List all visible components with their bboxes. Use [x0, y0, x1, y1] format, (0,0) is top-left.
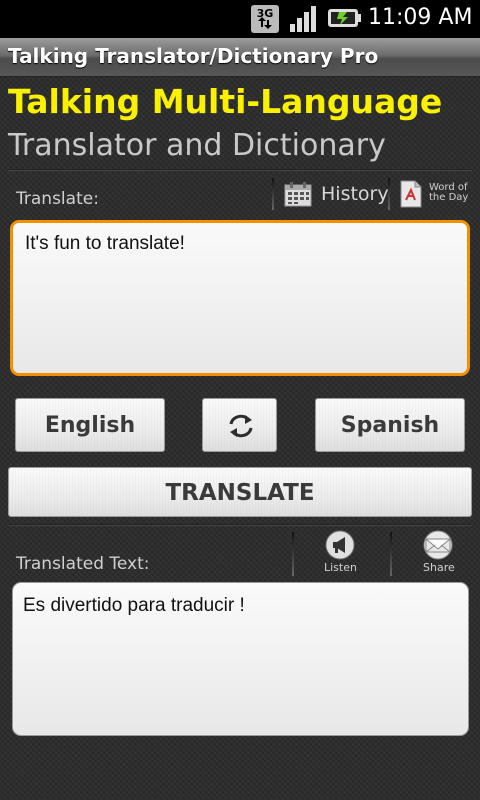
translated-text-label: Translated Text:	[16, 554, 150, 574]
subheadline: Translator and Dictionary	[8, 128, 386, 163]
calendar-icon	[284, 182, 312, 207]
toolbar-separator-2	[388, 178, 390, 210]
translate-button[interactable]: TRANSLATE	[8, 467, 472, 517]
word-of-the-day-label: Word of the Day	[429, 183, 468, 203]
3g-data-icon: 3G	[251, 5, 279, 33]
headline: Talking Multi-Language	[8, 82, 443, 121]
history-label: History	[321, 183, 389, 205]
result-toolbar-separator	[292, 532, 294, 576]
swap-languages-button[interactable]	[202, 398, 277, 452]
app-title: Talking Translator/Dictionary Pro	[8, 44, 379, 68]
status-time: 11:09 AM	[368, 5, 473, 30]
translate-label: Translate:	[16, 189, 99, 209]
header-divider	[8, 169, 472, 171]
source-text-input[interactable]: It's fun to translate!	[10, 220, 470, 376]
battery-charging-icon	[328, 9, 361, 27]
listen-label: Listen	[324, 561, 357, 574]
envelope-icon	[423, 530, 453, 560]
listen-button[interactable]: Listen	[318, 530, 362, 576]
source-language-button[interactable]: English	[15, 398, 165, 452]
svg-text:3G: 3G	[257, 7, 274, 20]
result-toolbar-separator-2	[390, 532, 392, 576]
toolbar-separator	[272, 178, 274, 210]
target-language-button[interactable]: Spanish	[315, 398, 465, 452]
translated-text-output[interactable]: Es divertido para traducir !	[12, 582, 469, 736]
word-of-the-day-line2: the Day	[429, 192, 469, 203]
swap-icon	[229, 414, 253, 438]
signal-strength-icon	[290, 6, 316, 32]
megaphone-icon	[325, 530, 355, 560]
document-icon	[400, 180, 422, 208]
share-button[interactable]: Share	[416, 530, 460, 576]
share-label: Share	[423, 561, 455, 574]
app-title-bar: Talking Translator/Dictionary Pro	[0, 38, 480, 77]
status-bar: 3G 11:09 AM	[0, 0, 480, 38]
result-divider	[8, 524, 472, 526]
